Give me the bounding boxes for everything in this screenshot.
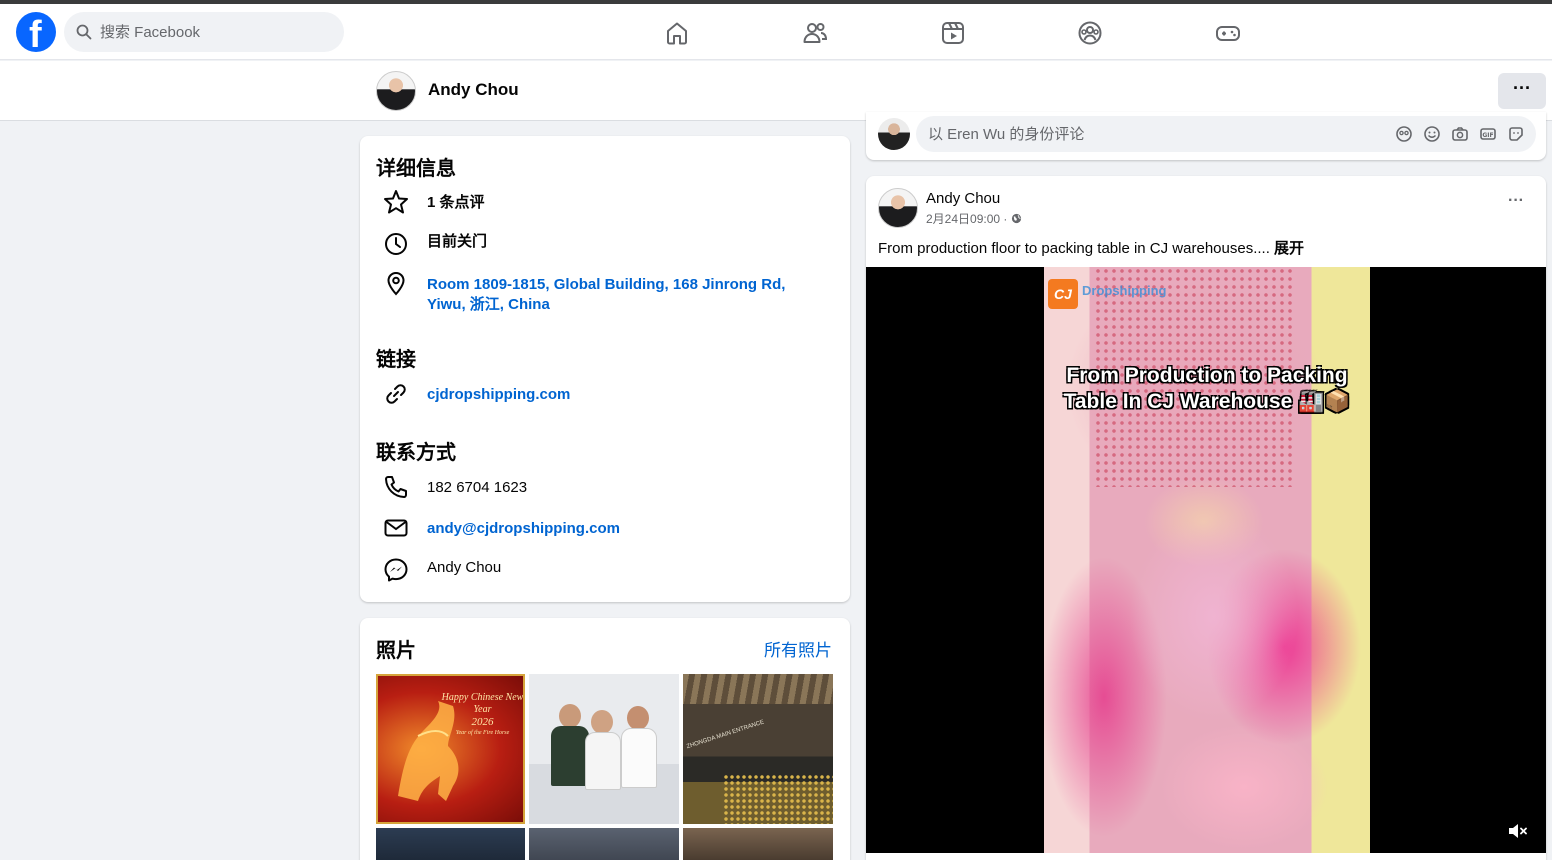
photos-card: 照片 所有照片 Happy Chinese New Year 2026 Year… (360, 618, 850, 860)
person-body (551, 726, 589, 786)
profile-avatar[interactable] (376, 71, 416, 111)
person-body (585, 732, 621, 790)
video-frame[interactable]: CJ Dropshipping From Production to Packi… (1044, 267, 1370, 853)
photo-thumbnail[interactable] (529, 828, 679, 860)
search-bar[interactable] (64, 12, 344, 52)
svg-text:GIF: GIF (1482, 132, 1493, 139)
person-head (627, 706, 649, 730)
photo-thumbnail[interactable]: ZHONGDA MAIN ENTRANCE (683, 674, 833, 824)
person-body (621, 728, 657, 788)
website-link[interactable]: cjdropshipping.com (427, 385, 570, 405)
emoji-icon[interactable] (1423, 125, 1441, 143)
more-options-button[interactable]: ··· (1498, 73, 1546, 109)
messenger-name[interactable]: Andy Chou (427, 558, 501, 578)
friends-icon[interactable] (802, 20, 828, 46)
links-title: 链接 (376, 349, 416, 371)
opening-status: 目前关门 (427, 233, 488, 250)
greeting-text: Happy Chinese New Year (441, 692, 524, 715)
link-icon (386, 384, 406, 404)
post-options-button[interactable]: ··· (1498, 190, 1534, 218)
avatar-sticker-icon[interactable] (1395, 125, 1413, 143)
entrance-sign: ZHONGDA MAIN ENTRANCE (686, 719, 765, 751)
cj-brand-text: Dropshipping (1082, 283, 1167, 298)
photos-title: 照片 (376, 640, 416, 662)
mute-icon[interactable] (1506, 819, 1530, 843)
post-body: From production floor to packing table i… (878, 237, 1304, 258)
video-icon[interactable] (940, 20, 966, 46)
comment-input[interactable] (928, 116, 1368, 152)
photo-thumbnail[interactable] (529, 674, 679, 824)
photo-thumbnail[interactable] (376, 828, 525, 860)
star-icon (384, 190, 408, 214)
comment-box[interactable]: GIF (916, 116, 1536, 152)
post-card: Andy Chou 2月24日09:00 · ··· From producti… (866, 176, 1546, 860)
globe-icon (1011, 213, 1021, 224)
post-author-name[interactable]: Andy Chou (926, 190, 1000, 207)
video-player[interactable]: CJ Dropshipping From Production to Packi… (866, 267, 1546, 853)
sticker-icon[interactable] (1507, 125, 1525, 143)
decor-lights (723, 774, 833, 824)
top-navigation-bar: f (0, 4, 1552, 60)
search-input[interactable] (100, 12, 330, 52)
search-icon (76, 24, 92, 40)
contact-title: 联系方式 (376, 442, 456, 464)
commenter-avatar[interactable] (878, 118, 910, 150)
cj-logo: CJ (1048, 279, 1078, 309)
video-caption: From Production to Packing Table In CJ W… (1063, 364, 1351, 413)
home-icon[interactable] (664, 20, 690, 46)
comment-composer: GIF (866, 112, 1546, 160)
email-icon (384, 519, 408, 537)
person-head (591, 710, 613, 734)
photo-thumbnail[interactable] (683, 828, 833, 860)
person-head (559, 704, 581, 728)
post-text: From production floor to packing table i… (878, 240, 1275, 257)
phone-icon (385, 476, 407, 498)
post-author-avatar[interactable] (878, 188, 918, 228)
ceiling (683, 674, 833, 704)
see-all-photos-link[interactable]: 所有照片 (764, 636, 832, 661)
profile-name[interactable]: Andy Chou (428, 80, 519, 100)
post-time-text: 2月24日09:00 · (926, 212, 1011, 226)
messenger-icon (384, 558, 408, 582)
photo-thumbnail[interactable]: Happy Chinese New Year 2026 Year of the … (376, 674, 525, 824)
groups-icon[interactable] (1077, 20, 1103, 46)
details-title: 详细信息 (376, 158, 456, 180)
reviews-count[interactable]: 1 条点评 (427, 193, 485, 213)
email-link[interactable]: andy@cjdropshipping.com (427, 519, 620, 539)
gif-icon[interactable]: GIF (1479, 125, 1497, 143)
see-more-link[interactable]: 展开 (1274, 240, 1304, 257)
phone-number[interactable]: 182 6704 1623 (427, 478, 527, 498)
facebook-logo[interactable]: f (16, 12, 56, 52)
location-pin-icon (387, 271, 405, 296)
gaming-icon[interactable] (1215, 20, 1241, 46)
year-text: 2026 (471, 716, 494, 728)
address-link[interactable]: Room 1809-1815, Global Building, 168 Jin… (427, 275, 827, 315)
camera-icon[interactable] (1451, 125, 1469, 143)
post-timestamp[interactable]: 2月24日09:00 · (926, 210, 1022, 227)
clock-icon (385, 233, 407, 255)
year-subtitle: Year of the Fire Horse (455, 730, 510, 736)
details-card: 详细信息 1 条点评 目前关门 Room 1809-1815, Global B… (360, 136, 850, 602)
